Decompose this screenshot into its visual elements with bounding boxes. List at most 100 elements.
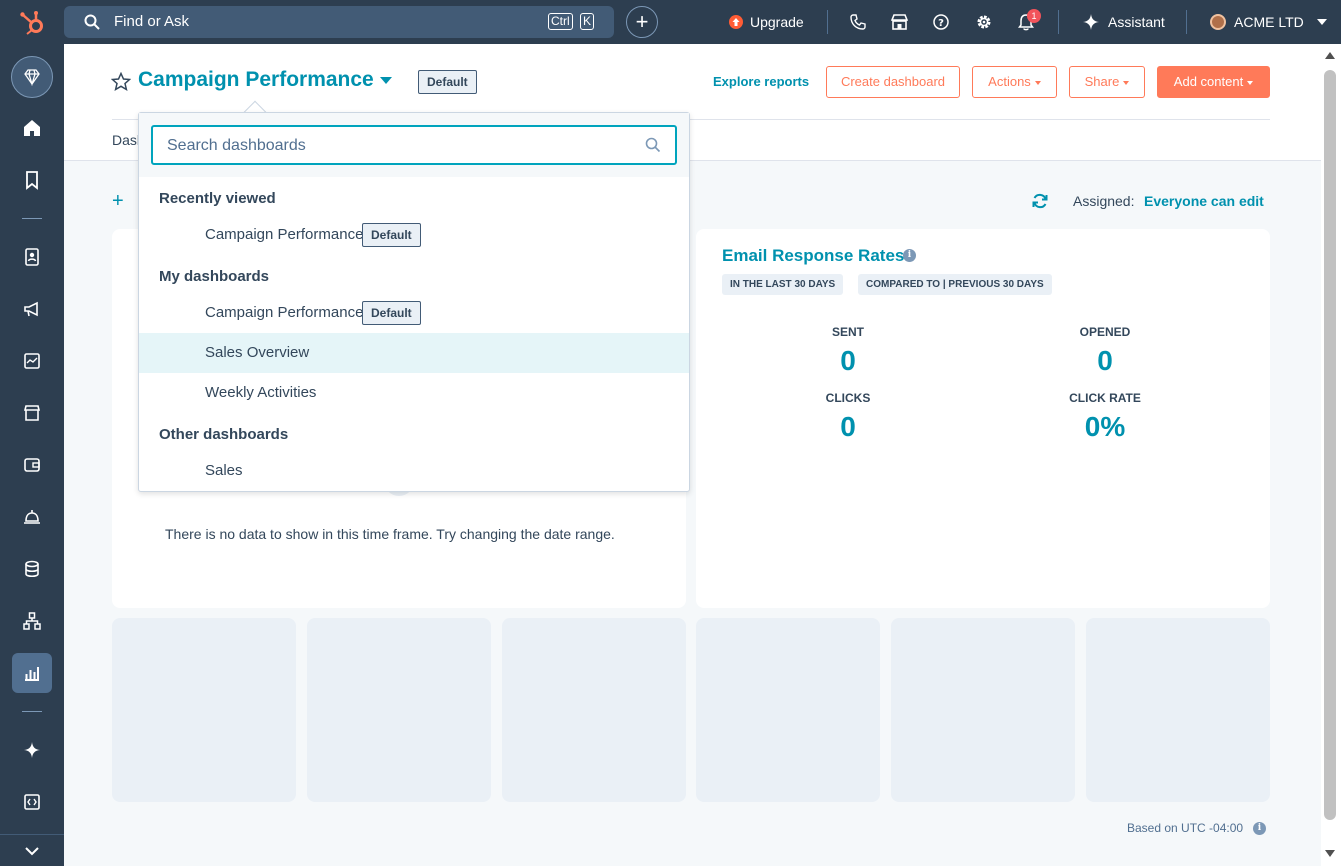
refresh-icon[interactable] (1031, 192, 1049, 210)
dashboard-option[interactable]: Weekly Activities (139, 373, 689, 413)
settings-gear-icon[interactable] (975, 13, 993, 31)
explore-reports-link[interactable]: Explore reports (713, 74, 809, 89)
service-bell-icon[interactable] (16, 501, 48, 533)
scroll-down-arrow-icon[interactable] (1325, 850, 1335, 857)
avatar (1210, 14, 1226, 30)
divider (1186, 10, 1187, 34)
dashboard-option[interactable]: Campaign Performance Default (139, 293, 689, 333)
caret-down-icon (1034, 80, 1041, 85)
dashboard-option-name: Weekly Activities (205, 384, 317, 401)
reporting-chart-icon[interactable] (16, 657, 48, 689)
actions-button[interactable]: Actions (972, 66, 1057, 98)
dashboard-title: Campaign Performance (138, 68, 374, 91)
metric-value: 0 (840, 411, 856, 442)
dashboard-title-selector[interactable]: Campaign Performance (138, 68, 392, 92)
loading-card-placeholder (502, 618, 686, 802)
loading-card-placeholder (1086, 618, 1270, 802)
wallet-icon[interactable] (16, 449, 48, 481)
scroll-up-arrow-icon[interactable] (1325, 52, 1335, 59)
bookmark-icon[interactable] (16, 164, 48, 196)
megaphone-icon[interactable] (16, 293, 48, 325)
help-icon[interactable]: ? (933, 14, 949, 30)
dashboard-option-name: Campaign Performance (205, 304, 364, 321)
default-tag: Default (418, 70, 477, 94)
metric-label: CLICK RATE (1069, 391, 1141, 405)
add-content-label: Add content (1173, 74, 1244, 89)
compare-range-pill: COMPARED TO | PREVIOUS 30 DAYS (858, 274, 1052, 295)
quick-create-button[interactable]: + (626, 6, 658, 38)
caret-down-icon (1247, 80, 1254, 85)
metric-label: CLICKS (825, 391, 871, 405)
create-dashboard-label: Create dashboard (840, 74, 946, 89)
my-dashboards-heading: My dashboards (159, 268, 270, 285)
sparkle-icon (1083, 14, 1099, 30)
ai-sparkle-icon[interactable] (16, 734, 48, 766)
contacts-icon[interactable] (16, 241, 48, 273)
add-content-button[interactable]: Add content (1157, 66, 1270, 98)
diamond-icon (24, 69, 40, 86)
chevron-down-icon (1316, 19, 1327, 25)
metric-label: OPENED (1079, 325, 1131, 339)
dashboard-option-name: Sales Overview (205, 344, 310, 361)
commerce-store-icon[interactable] (16, 397, 48, 429)
left-sidebar (0, 44, 64, 866)
favorite-star-icon[interactable] (111, 72, 131, 92)
search-icon (645, 137, 661, 153)
scrollbar-thumb[interactable] (1324, 70, 1336, 820)
upgrade-label: Upgrade (750, 14, 804, 30)
hubspot-logo-icon[interactable] (18, 9, 46, 37)
share-button[interactable]: Share (1069, 66, 1145, 98)
metric-label: SENT (831, 325, 864, 339)
database-icon[interactable] (16, 553, 48, 585)
metric-click-rate: CLICK RATE 0% (1005, 391, 1205, 443)
other-dashboards-heading: Other dashboards (159, 426, 289, 443)
assigned-permissions-link[interactable]: Everyone can edit (1144, 193, 1264, 209)
metric-opened: OPENED 0 (1005, 325, 1205, 377)
create-dashboard-button[interactable]: Create dashboard (826, 66, 960, 98)
shortcut-ctrl-key: Ctrl (548, 13, 573, 30)
loading-card-placeholder (891, 618, 1075, 802)
automation-tree-icon[interactable] (16, 605, 48, 637)
metric-value: 0% (1084, 411, 1126, 442)
account-menu[interactable]: ACME LTD (1210, 0, 1327, 44)
home-icon[interactable] (16, 112, 48, 144)
shortcut-k-key: K (580, 13, 595, 30)
assistant-button[interactable]: Assistant (1083, 0, 1165, 44)
phone-icon[interactable] (850, 14, 866, 30)
svg-text:?: ? (938, 18, 944, 29)
divider (827, 10, 828, 34)
global-search[interactable]: Find or Ask Ctrl K (64, 6, 614, 38)
upgrade-button[interactable]: Upgrade (728, 0, 804, 44)
loading-card-placeholder (112, 618, 296, 802)
actions-label: Actions (988, 74, 1031, 89)
search-dashboards-field[interactable] (151, 125, 677, 165)
search-icon (84, 14, 100, 30)
add-plus-icon[interactable]: + (112, 190, 124, 213)
sidebar-divider (22, 711, 42, 712)
email-card-title[interactable]: Email Response Rates (722, 246, 904, 266)
content-icon[interactable] (16, 345, 48, 377)
notification-count-badge: 1 (1027, 9, 1041, 23)
info-icon[interactable]: i (1253, 822, 1266, 835)
search-label: Find or Ask (114, 13, 190, 30)
dashboard-option[interactable]: Sales Overview (139, 333, 689, 373)
recently-viewed-heading: Recently viewed (159, 190, 276, 207)
date-range-pill: IN THE LAST 30 DAYS (722, 274, 844, 295)
tab-dashboards[interactable]: Dasl (112, 132, 140, 148)
dashboard-option-name: Sales (205, 462, 243, 479)
loading-card-placeholder (696, 618, 880, 802)
collapse-chevron-down-icon[interactable] (16, 834, 48, 866)
info-icon[interactable]: i (903, 249, 916, 262)
divider (1058, 10, 1059, 34)
top-navigation-bar: Find or Ask Ctrl K + Upgrade ? 1 Assista… (0, 0, 1341, 44)
timezone-note: Based on UTC -04:00 (1127, 821, 1244, 835)
caret-down-icon (1123, 80, 1130, 85)
dashboard-option[interactable]: Sales (139, 451, 689, 491)
search-dashboards-input[interactable] (167, 135, 627, 157)
sidebar-divider (22, 218, 42, 219)
marketplace-icon[interactable] (891, 14, 908, 30)
upgrade-arrow-icon (729, 15, 743, 29)
caret-down-icon (379, 76, 392, 84)
developer-code-icon[interactable] (16, 786, 48, 818)
dashboard-option[interactable]: Campaign Performance Default (139, 215, 689, 255)
